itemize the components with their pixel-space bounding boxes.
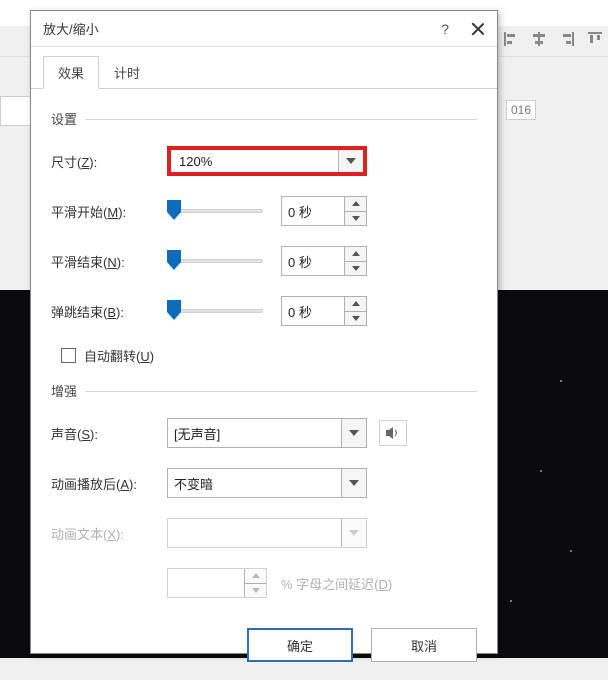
size-label: 尺寸(Z): — [51, 152, 167, 171]
align-right-icon[interactable] — [558, 30, 576, 48]
align-left-icon[interactable] — [502, 30, 520, 48]
autoflip-checkbox[interactable]: 自动翻转(U) — [61, 346, 477, 365]
smooth-end-slider[interactable] — [167, 252, 263, 270]
grow-shrink-dialog: 放大/缩小 ? 效果 计时 设置 尺寸(Z): 平滑开始(M): — [30, 10, 498, 654]
after-dropdown-button[interactable] — [342, 469, 366, 497]
help-button[interactable]: ? — [441, 21, 449, 37]
row-anim-text: 动画文本(X): — [51, 518, 477, 548]
smooth-start-value: 0 秒 — [282, 197, 344, 225]
ribbon-align-group — [498, 26, 608, 52]
tabs: 效果 计时 — [31, 47, 497, 89]
dialog-title: 放大/缩小 — [43, 19, 99, 38]
smooth-end-value: 0 秒 — [282, 247, 344, 275]
anim-text-combo — [167, 518, 367, 548]
smooth-start-spinner[interactable]: 0 秒 — [281, 196, 367, 226]
anim-text-dropdown-button — [342, 519, 366, 547]
chevron-down-icon — [349, 430, 359, 436]
size-input[interactable] — [177, 153, 332, 170]
size-combo[interactable] — [167, 146, 367, 176]
align-top-icon[interactable] — [586, 30, 604, 48]
sound-volume-button[interactable] — [379, 420, 407, 446]
after-combo[interactable]: 不变暗 — [167, 468, 367, 498]
bounce-end-value: 0 秒 — [282, 297, 344, 325]
smooth-start-slider[interactable] — [167, 202, 263, 220]
spin-up[interactable] — [345, 297, 366, 312]
autoflip-label: 自动翻转(U) — [84, 346, 154, 365]
row-smooth-start: 平滑开始(M): 0 秒 — [51, 196, 477, 226]
letter-delay-value — [168, 569, 244, 597]
row-bounce-end: 弹跳结束(B): 0 秒 — [51, 296, 477, 326]
after-value: 不变暗 — [168, 469, 342, 497]
tab-timing[interactable]: 计时 — [99, 56, 155, 89]
bounce-end-slider[interactable] — [167, 302, 263, 320]
size-dropdown-button[interactable] — [339, 150, 363, 172]
spin-down[interactable] — [345, 312, 366, 326]
tab-effect[interactable]: 效果 — [43, 56, 99, 89]
row-size: 尺寸(Z): — [51, 146, 477, 176]
bounce-end-spinner[interactable]: 0 秒 — [281, 296, 367, 326]
slider-thumb[interactable] — [167, 200, 181, 220]
spin-up[interactable] — [345, 247, 366, 262]
after-label: 动画播放后(A): — [51, 474, 167, 493]
chevron-down-icon — [346, 158, 356, 164]
footer: 确定 取消 — [31, 618, 497, 680]
row-after-anim: 动画播放后(A): 不变暗 — [51, 468, 477, 498]
bounce-end-label: 弹跳结束(B): — [51, 302, 167, 321]
chevron-down-icon — [349, 480, 359, 486]
sound-label: 声音(S): — [51, 424, 167, 443]
row-letter-delay: % 字母之间延迟(D) — [167, 568, 477, 598]
chevron-down-icon — [349, 530, 359, 536]
align-center-icon[interactable] — [530, 30, 548, 48]
spin-down — [245, 584, 266, 598]
row-sound: 声音(S): [无声音] — [51, 418, 477, 448]
sound-value: [无声音] — [168, 419, 342, 447]
anim-text-value — [168, 519, 342, 547]
slider-thumb[interactable] — [167, 300, 181, 320]
letter-delay-spinner — [167, 568, 267, 598]
spin-down[interactable] — [345, 262, 366, 276]
letter-delay-label: % 字母之间延迟(D) — [281, 574, 392, 593]
spin-up — [245, 569, 266, 584]
titlebar: 放大/缩小 ? — [31, 11, 497, 47]
checkbox-box[interactable] — [61, 348, 76, 363]
group-settings: 设置 — [51, 109, 477, 128]
row-smooth-end: 平滑结束(N): 0 秒 — [51, 246, 477, 276]
slider-thumb[interactable] — [167, 250, 181, 270]
timeline-marker: 016 — [506, 100, 536, 120]
speaker-icon — [385, 426, 401, 440]
spin-down[interactable] — [345, 212, 366, 226]
smooth-end-label: 平滑结束(N): — [51, 252, 167, 271]
spin-up[interactable] — [345, 197, 366, 212]
smooth-end-spinner[interactable]: 0 秒 — [281, 246, 367, 276]
group-enhance: 增强 — [51, 381, 477, 400]
smooth-start-label: 平滑开始(M): — [51, 202, 167, 221]
close-button[interactable] — [471, 22, 485, 36]
ok-button[interactable]: 确定 — [247, 628, 353, 662]
sound-dropdown-button[interactable] — [342, 419, 366, 447]
cancel-button[interactable]: 取消 — [371, 628, 477, 662]
sound-combo[interactable]: [无声音] — [167, 418, 367, 448]
anim-text-label: 动画文本(X): — [51, 524, 167, 543]
